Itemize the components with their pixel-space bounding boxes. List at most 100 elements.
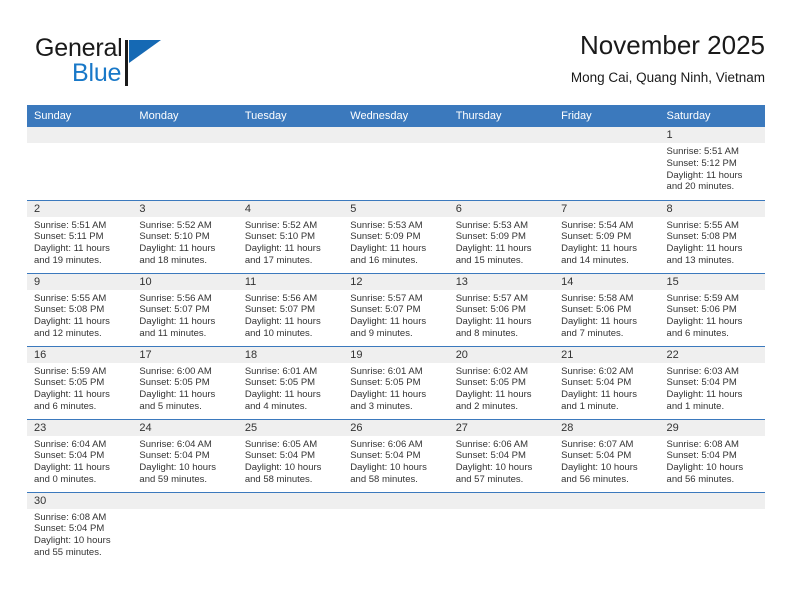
calendar-day-cell[interactable]: 15 Sunrise: 5:59 AM Sunset: 5:06 PM Dayligh…	[659, 273, 765, 347]
calendar-day-cell-empty	[237, 127, 344, 201]
day-detail-daylight-2: and 4 minutes.	[244, 400, 308, 412]
day-detail: Sunrise: 5:57 AM Sunset: 5:06 PM Daylight:…	[449, 290, 554, 340]
calendar-day-cell[interactable]: 3 Sunrise: 5:52 AM Sunset: 5:10 PM Daylight…	[132, 200, 238, 274]
day-number: 29	[659, 419, 765, 436]
calendar-day-cell[interactable]: 21 Sunrise: 6:02 AM Sunset: 5:04 PM Dayligh…	[554, 346, 660, 420]
day-detail: Sunrise: 5:56 AM Sunset: 5:07 PM Daylight:…	[238, 290, 343, 340]
day-detail-sunset: Sunset: 5:09 PM	[350, 231, 421, 243]
calendar-day-cell[interactable]: 16 Sunrise: 5:59 AM Sunset: 5:05 PM Dayligh…	[27, 346, 133, 420]
calendar-day-cell[interactable]: 30 Sunrise: 6:08 AM Sunset: 5:04 PM Dayligh…	[27, 492, 133, 572]
day-number: 14	[554, 273, 660, 290]
weekday-header-saturday: Saturday	[659, 105, 765, 127]
calendar-day-cell[interactable]: 27 Sunrise: 6:06 AM Sunset: 5:04 PM Dayligh…	[448, 419, 555, 493]
day-detail: Sunrise: 5:51 AM Sunset: 5:11 PM Daylight:…	[27, 217, 132, 267]
day-detail-daylight-2: and 3 minutes.	[350, 400, 413, 412]
calendar-day-cell[interactable]: 25 Sunrise: 6:05 AM Sunset: 5:04 PM Dayligh…	[237, 419, 344, 493]
calendar-day-cell[interactable]: 23 Sunrise: 6:04 AM Sunset: 5:04 PM Dayligh…	[27, 419, 133, 493]
day-detail-daylight-2: and 55 minutes.	[34, 546, 102, 558]
day-detail-sunset: Sunset: 5:04 PM	[455, 450, 526, 462]
sunrise-sunset-calendar: Sunday Monday Tuesday Wednesday Thursday…	[27, 105, 765, 572]
calendar-day-cell[interactable]: 24 Sunrise: 6:04 AM Sunset: 5:04 PM Dayligh…	[132, 419, 238, 493]
calendar-day-cell[interactable]: 8 Sunrise: 5:55 AM Sunset: 5:08 PM Daylight…	[659, 200, 765, 274]
day-detail-daylight-1: Daylight: 11 hours	[139, 316, 216, 328]
calendar-week-row: 30 Sunrise: 6:08 AM Sunset: 5:04 PM Dayligh…	[27, 492, 765, 572]
calendar-day-cell-empty	[554, 127, 660, 201]
day-detail-sunset: Sunset: 5:04 PM	[139, 450, 210, 462]
day-number: 16	[27, 346, 133, 363]
day-detail: Sunrise: 5:51 AM Sunset: 5:12 PM Daylight:…	[660, 143, 765, 193]
day-detail-daylight-1: Daylight: 11 hours	[34, 243, 110, 255]
calendar-day-cell[interactable]: 1 Sunrise: 5:51 AM Sunset: 5:12 PM Daylight…	[659, 127, 765, 201]
calendar-day-cell[interactable]: 28 Sunrise: 6:07 AM Sunset: 5:04 PM Dayligh…	[554, 419, 660, 493]
logo-text-blue: Blue	[72, 59, 122, 87]
day-detail-sunset: Sunset: 5:11 PM	[34, 231, 104, 243]
calendar-day-cell[interactable]: 17 Sunrise: 6:00 AM Sunset: 5:05 PM Dayligh…	[132, 346, 238, 420]
calendar-day-cell[interactable]: 6 Sunrise: 5:53 AM Sunset: 5:09 PM Daylight…	[448, 200, 555, 274]
weekday-header-row: Sunday Monday Tuesday Wednesday Thursday…	[27, 105, 765, 127]
weekday-header-thursday: Thursday	[448, 105, 555, 127]
weekday-header-sunday: Sunday	[27, 105, 133, 127]
calendar-day-cell[interactable]: 12 Sunrise: 5:57 AM Sunset: 5:07 PM Dayligh…	[343, 273, 449, 347]
day-detail-sunrise: Sunrise: 5:53 AM	[350, 219, 423, 231]
day-detail-daylight-2: and 18 minutes.	[139, 254, 208, 266]
day-detail: Sunrise: 5:59 AM Sunset: 5:05 PM Daylight:…	[27, 363, 132, 413]
day-detail-daylight-1: Daylight: 11 hours	[34, 389, 110, 401]
day-detail-sunrise: Sunrise: 5:56 AM	[139, 292, 212, 304]
day-detail: Sunrise: 6:06 AM Sunset: 5:04 PM Daylight:…	[343, 436, 448, 486]
day-detail: Sunrise: 5:57 AM Sunset: 5:07 PM Daylight:…	[343, 290, 448, 340]
day-number: 19	[343, 346, 449, 363]
day-detail-sunrise: Sunrise: 6:04 AM	[34, 438, 107, 450]
day-detail-sunset: Sunset: 5:07 PM	[350, 304, 421, 316]
day-detail-daylight-2: and 14 minutes.	[561, 254, 629, 266]
calendar-day-cell[interactable]: 26 Sunrise: 6:06 AM Sunset: 5:04 PM Dayligh…	[343, 419, 449, 493]
day-detail-daylight-2: and 7 minutes.	[561, 327, 624, 339]
day-detail-daylight-2: and 58 minutes.	[350, 473, 418, 485]
day-detail: Sunrise: 5:52 AM Sunset: 5:10 PM Daylight:…	[238, 217, 343, 267]
day-detail: Sunrise: 6:02 AM Sunset: 5:05 PM Daylight:…	[449, 363, 554, 413]
calendar-page: General Blue November 2025 Mong Cai, Qua…	[0, 0, 792, 612]
day-number: 23	[27, 419, 133, 436]
calendar-day-cell[interactable]: 29 Sunrise: 6:08 AM Sunset: 5:04 PM Dayligh…	[659, 419, 765, 493]
calendar-day-cell[interactable]: 20 Sunrise: 6:02 AM Sunset: 5:05 PM Dayligh…	[448, 346, 555, 420]
day-detail-sunrise: Sunrise: 5:55 AM	[34, 292, 107, 304]
calendar-day-cell[interactable]: 4 Sunrise: 5:52 AM Sunset: 5:10 PM Daylight…	[237, 200, 344, 274]
calendar-day-cell[interactable]: 13 Sunrise: 5:57 AM Sunset: 5:06 PM Dayligh…	[448, 273, 555, 347]
day-detail-sunrise: Sunrise: 6:05 AM	[244, 438, 318, 450]
day-detail: Sunrise: 6:06 AM Sunset: 5:04 PM Daylight:…	[449, 436, 554, 486]
day-detail-sunset: Sunset: 5:05 PM	[139, 377, 210, 389]
calendar-day-cell[interactable]: 2 Sunrise: 5:51 AM Sunset: 5:11 PM Daylight…	[27, 200, 133, 274]
day-detail-sunrise: Sunrise: 6:02 AM	[561, 365, 634, 377]
calendar-day-cell[interactable]: 5 Sunrise: 5:53 AM Sunset: 5:09 PM Daylight…	[343, 200, 449, 274]
day-detail: Sunrise: 5:52 AM Sunset: 5:10 PM Daylight:…	[132, 217, 237, 267]
day-detail-daylight-1: Daylight: 11 hours	[666, 316, 743, 328]
day-detail-sunset: Sunset: 5:10 PM	[139, 231, 210, 243]
page-title: November 2025	[580, 30, 765, 60]
day-detail-daylight-1: Daylight: 10 hours	[34, 535, 111, 547]
calendar-day-cell[interactable]: 18 Sunrise: 6:01 AM Sunset: 5:05 PM Dayligh…	[237, 346, 344, 420]
logo-text-general: General	[35, 34, 123, 62]
weekday-header-friday: Friday	[554, 105, 660, 127]
calendar-day-cell[interactable]: 9 Sunrise: 5:55 AM Sunset: 5:08 PM Daylight…	[27, 273, 133, 347]
calendar-day-cell[interactable]: 7 Sunrise: 5:54 AM Sunset: 5:09 PM Daylight…	[554, 200, 660, 274]
day-detail-sunset: Sunset: 5:05 PM	[455, 377, 526, 389]
day-detail-sunrise: Sunrise: 5:55 AM	[666, 219, 739, 231]
day-detail-sunset: Sunset: 5:04 PM	[34, 450, 105, 462]
day-detail-sunset: Sunset: 5:12 PM	[666, 157, 737, 169]
day-number: 10	[132, 273, 238, 290]
calendar-day-cell-empty	[237, 492, 344, 572]
day-number: 8	[659, 200, 765, 217]
day-detail-daylight-2: and 1 minute.	[561, 400, 619, 412]
calendar-day-cell[interactable]: 10 Sunrise: 5:56 AM Sunset: 5:07 PM Dayligh…	[132, 273, 238, 347]
day-number: 12	[343, 273, 449, 290]
calendar-day-cell[interactable]: 19 Sunrise: 6:01 AM Sunset: 5:05 PM Dayligh…	[343, 346, 449, 420]
calendar-day-cell[interactable]: 22 Sunrise: 6:03 AM Sunset: 5:04 PM Dayligh…	[659, 346, 765, 420]
day-detail-daylight-2: and 10 minutes.	[244, 327, 313, 339]
day-number	[343, 127, 449, 143]
day-detail-daylight-2: and 6 minutes.	[666, 327, 729, 339]
day-detail-sunrise: Sunrise: 6:00 AM	[139, 365, 212, 377]
calendar-body: 1 Sunrise: 5:51 AM Sunset: 5:12 PM Daylight…	[27, 127, 765, 572]
day-detail-sunrise: Sunrise: 6:04 AM	[139, 438, 212, 450]
general-blue-logo[interactable]: General Blue	[35, 34, 265, 96]
calendar-day-cell[interactable]: 14 Sunrise: 5:58 AM Sunset: 5:06 PM Dayligh…	[554, 273, 660, 347]
calendar-day-cell[interactable]: 11 Sunrise: 5:56 AM Sunset: 5:07 PM Dayligh…	[237, 273, 344, 347]
